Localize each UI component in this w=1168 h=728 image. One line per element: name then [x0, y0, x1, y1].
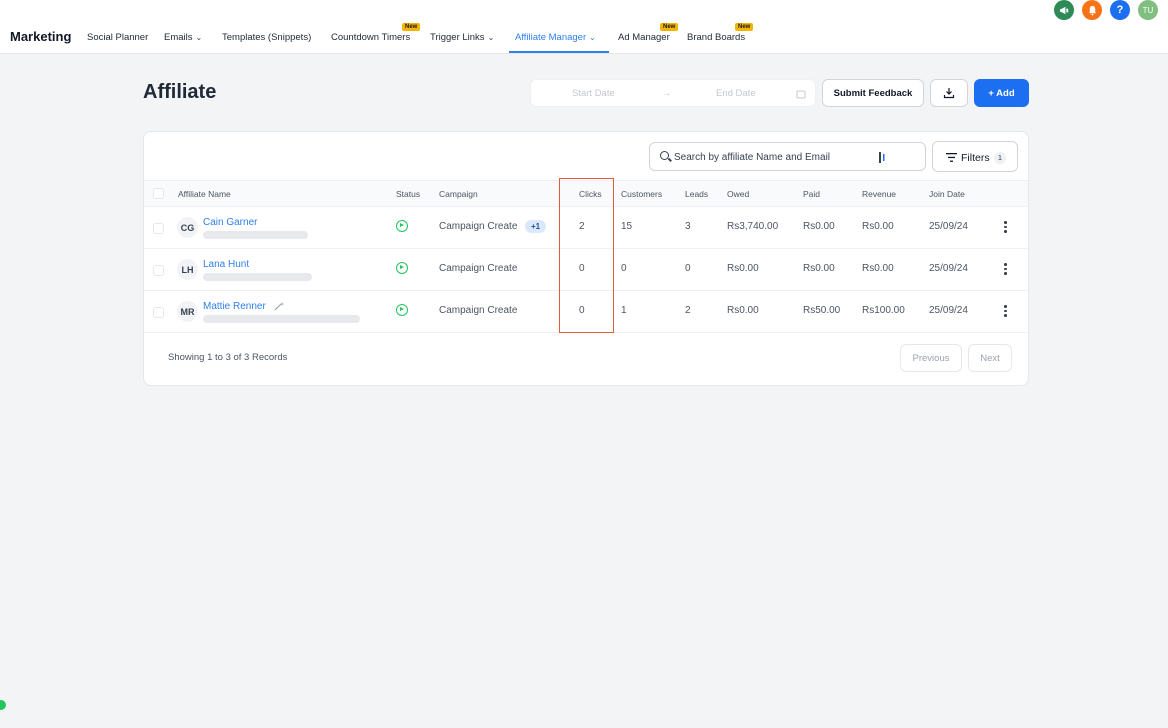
filters-label: Filters — [961, 152, 990, 164]
active-status-icon — [396, 304, 408, 316]
magic-wand-icon[interactable] — [274, 301, 285, 311]
text-cursor-icon — [879, 152, 885, 163]
col-leads[interactable]: Leads — [685, 189, 708, 199]
nav-emails[interactable]: Emails ⌄ — [164, 32, 202, 43]
row-checkbox[interactable] — [153, 307, 164, 318]
col-join-date[interactable]: Join Date — [929, 189, 965, 199]
search-placeholder: Search by affiliate Name and Email — [674, 152, 831, 163]
col-customers[interactable]: Customers — [621, 189, 662, 199]
owed-value: Rs3,740.00 — [727, 221, 779, 232]
redacted-email — [203, 273, 312, 281]
affiliate-name-link[interactable]: Lana Hunt — [203, 259, 249, 270]
campaign-name: Campaign Create — [439, 305, 518, 316]
customers-value: 15 — [621, 221, 633, 232]
row-checkbox[interactable] — [153, 265, 164, 276]
affiliate-name-link[interactable]: Mattie Renner — [203, 301, 266, 312]
active-status-icon — [396, 262, 408, 274]
revenue-value: Rs0.00 — [862, 263, 894, 274]
nav-social-planner[interactable]: Social Planner — [87, 32, 148, 43]
more-actions-icon[interactable] — [1001, 263, 1009, 275]
avatar: LH — [177, 259, 198, 280]
paid-value: Rs0.00 — [803, 221, 835, 232]
col-affiliate-name[interactable]: Affiliate Name — [178, 189, 231, 199]
date-range-picker[interactable]: Start Date → End Date — [530, 79, 816, 107]
owed-value: Rs0.00 — [727, 263, 759, 274]
end-date-input[interactable]: End Date — [716, 88, 756, 99]
status-dot — [0, 700, 6, 710]
join-date-value: 25/09/24 — [929, 263, 968, 274]
join-date-value: 25/09/24 — [929, 305, 968, 316]
download-button[interactable] — [930, 79, 968, 107]
help-icon[interactable]: ? — [1110, 0, 1130, 20]
leads-value: 3 — [685, 221, 691, 232]
megaphone-icon[interactable] — [1054, 0, 1074, 20]
redacted-email — [203, 315, 360, 323]
campaign-name: Campaign Create — [439, 221, 518, 232]
filters-count-badge: 1 — [994, 152, 1006, 164]
owed-value: Rs0.00 — [727, 305, 759, 316]
affiliate-name-link[interactable]: Cain Garner — [203, 217, 257, 228]
join-date-value: 25/09/24 — [929, 221, 968, 232]
add-affiliate-button[interactable]: + Add — [974, 79, 1029, 107]
active-tab-indicator — [509, 51, 609, 53]
chevron-down-icon: ⌄ — [487, 33, 495, 42]
nav-countdown-timers[interactable]: Countdown Timers — [331, 32, 410, 43]
leads-value: 2 — [685, 305, 691, 316]
avatar: CG — [177, 217, 198, 238]
more-actions-icon[interactable] — [1001, 305, 1009, 317]
top-navigation: Marketing Social Planner Emails ⌄ Templat… — [0, 0, 1168, 54]
nav-trigger-links[interactable]: Trigger Links ⌄ — [430, 32, 494, 43]
nav-ad-manager[interactable]: Ad Manager — [618, 32, 670, 43]
new-badge: New — [402, 23, 421, 31]
col-paid[interactable]: Paid — [803, 189, 820, 199]
records-summary: Showing 1 to 3 of 3 Records — [168, 352, 288, 363]
chevron-down-icon: ⌄ — [589, 33, 596, 42]
nav-templates[interactable]: Templates (Snippets) — [222, 32, 311, 43]
col-owed[interactable]: Owed — [727, 189, 749, 199]
previous-page-button[interactable]: Previous — [900, 344, 962, 372]
search-input[interactable]: Search by affiliate Name and Email — [649, 142, 926, 171]
page-title: Affiliate — [143, 81, 217, 103]
filters-button[interactable]: Filters 1 — [932, 141, 1018, 172]
row-checkbox[interactable] — [153, 223, 164, 234]
active-status-icon — [396, 220, 408, 232]
paid-value: Rs0.00 — [803, 263, 835, 274]
nav-brand-boards[interactable]: Brand Boards — [687, 32, 745, 43]
clicks-column-highlight — [559, 178, 614, 333]
download-icon — [943, 88, 955, 99]
new-badge: New — [735, 23, 754, 31]
user-avatar[interactable]: TU — [1138, 0, 1158, 20]
chevron-down-icon: ⌄ — [195, 33, 203, 42]
campaign-name: Campaign Create — [439, 263, 518, 274]
col-revenue[interactable]: Revenue — [862, 189, 896, 199]
more-campaigns-badge[interactable]: +1 — [525, 220, 547, 233]
next-page-button[interactable]: Next — [968, 344, 1012, 372]
start-date-input[interactable]: Start Date — [572, 88, 615, 99]
customers-value: 0 — [621, 263, 627, 274]
calendar-icon — [796, 90, 806, 99]
search-icon — [660, 151, 669, 160]
revenue-value: Rs100.00 — [862, 305, 905, 316]
col-status[interactable]: Status — [396, 189, 420, 199]
filter-icon — [946, 153, 957, 162]
avatar: MR — [177, 301, 198, 322]
paid-value: Rs50.00 — [803, 305, 841, 316]
select-all-checkbox[interactable] — [153, 188, 164, 199]
customers-value: 1 — [621, 305, 627, 316]
revenue-value: Rs0.00 — [862, 221, 894, 232]
leads-value: 0 — [685, 263, 691, 274]
bell-icon[interactable] — [1082, 0, 1102, 20]
col-campaign[interactable]: Campaign — [439, 189, 478, 199]
submit-feedback-button[interactable]: Submit Feedback — [822, 79, 924, 107]
more-actions-icon[interactable] — [1001, 221, 1009, 233]
nav-affiliate-manager[interactable]: Affiliate Manager ⌄ — [515, 32, 596, 43]
brand-title: Marketing — [10, 29, 72, 44]
new-badge: New — [660, 23, 679, 31]
arrow-right-icon: → — [662, 88, 672, 99]
redacted-email — [203, 231, 308, 239]
